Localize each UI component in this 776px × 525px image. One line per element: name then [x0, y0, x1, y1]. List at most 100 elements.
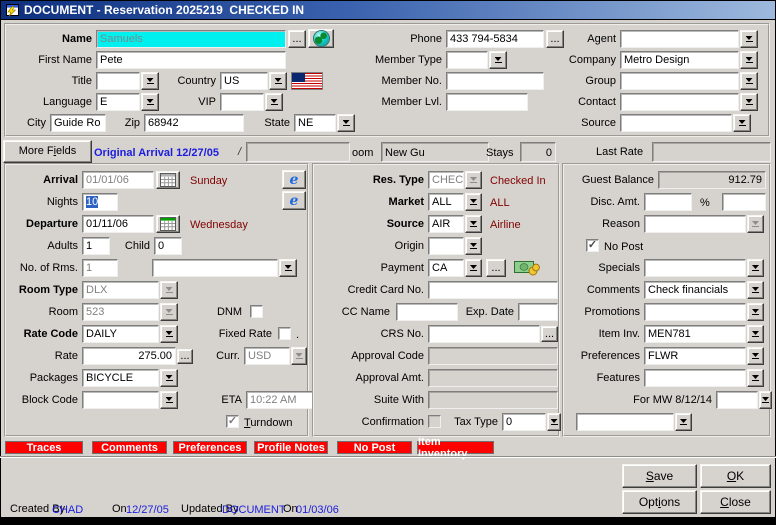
group-field[interactable]: [620, 72, 739, 90]
browser-button-1[interactable]: e: [282, 170, 306, 189]
preferences-button[interactable]: Preferences: [173, 441, 247, 454]
traces-button[interactable]: Traces: [5, 441, 83, 454]
extra-combo-dropdown-button[interactable]: [675, 413, 692, 431]
for-mw-dropdown-button[interactable]: [759, 391, 772, 409]
rate-code-field[interactable]: DAILY: [82, 325, 159, 343]
block-code-dropdown-button[interactable]: [160, 391, 178, 409]
country-dropdown-button[interactable]: [269, 72, 287, 90]
close-button[interactable]: Close: [700, 490, 771, 514]
state-field[interactable]: NE: [294, 114, 336, 132]
rate-code-dropdown-button[interactable]: [160, 325, 178, 343]
preferences-field[interactable]: FLWR: [644, 347, 746, 365]
member-lvl-field[interactable]: [446, 93, 528, 111]
specials-field[interactable]: [644, 259, 746, 277]
contact-label: Contact: [562, 93, 616, 111]
agent-field[interactable]: [620, 30, 739, 48]
save-button[interactable]: Save: [622, 464, 697, 488]
title-dropdown-button[interactable]: [141, 72, 159, 90]
name-ellipsis-button[interactable]: ...: [288, 30, 306, 48]
source-code-dropdown-button[interactable]: [465, 215, 482, 233]
payment-field[interactable]: CA: [428, 259, 464, 277]
zip-field[interactable]: 68942: [144, 114, 244, 132]
language-field[interactable]: E: [96, 93, 140, 111]
first-name-field[interactable]: Pete: [96, 51, 286, 69]
agent-dropdown-button[interactable]: [740, 30, 758, 48]
crs-no-field[interactable]: [428, 325, 540, 343]
tax-type-field[interactable]: 0: [502, 413, 546, 431]
state-dropdown-button[interactable]: [337, 114, 355, 132]
departure-field[interactable]: 01/11/06: [82, 215, 154, 233]
tax-type-dropdown-button[interactable]: [547, 413, 561, 431]
exp-date-field[interactable]: [518, 303, 558, 321]
source-field[interactable]: [620, 114, 732, 132]
credit-card-field[interactable]: [428, 281, 558, 299]
nights-field[interactable]: 10: [82, 193, 118, 211]
features-field[interactable]: [644, 369, 746, 387]
profile-globe-button[interactable]: [308, 29, 334, 48]
no-post-checkbox[interactable]: ✓: [586, 239, 599, 252]
contact-field[interactable]: [620, 93, 739, 111]
more-fields-button[interactable]: More Fields: [3, 140, 92, 163]
options-button[interactable]: Options: [622, 490, 697, 514]
profile-notes-button[interactable]: Profile Notes: [254, 441, 328, 454]
fixed-rate-checkbox[interactable]: [278, 327, 291, 340]
language-dropdown-button[interactable]: [141, 93, 159, 111]
name-field[interactable]: Samuels: [96, 30, 286, 48]
comments-field[interactable]: Check financials: [644, 281, 746, 299]
cc-name-field[interactable]: [396, 303, 458, 321]
disc-amt-field[interactable]: [644, 193, 692, 211]
comments-button[interactable]: Comments: [92, 441, 167, 454]
market-dropdown-button[interactable]: [465, 193, 482, 211]
unnamed-combo-dropdown-button[interactable]: [279, 259, 297, 277]
adults-field[interactable]: 1: [82, 237, 110, 255]
vip-field[interactable]: [220, 93, 264, 111]
item-inv-dropdown-button[interactable]: [747, 325, 764, 343]
rate-ellipsis-button[interactable]: ...: [177, 349, 193, 364]
arrival-calendar-button[interactable]: [156, 171, 180, 189]
company-dropdown-button[interactable]: [740, 51, 758, 69]
specials-dropdown-button[interactable]: [747, 259, 764, 277]
dnm-checkbox[interactable]: [250, 305, 263, 318]
promotions-dropdown-button[interactable]: [747, 303, 764, 321]
city-field[interactable]: Guide Ro: [50, 114, 106, 132]
rate-field[interactable]: 275.00: [82, 347, 176, 365]
turndown-checkbox[interactable]: ✓: [226, 415, 239, 428]
phone-field[interactable]: 433 794-5834: [446, 30, 544, 48]
market-field[interactable]: ALL: [428, 193, 464, 211]
comments-dropdown-button[interactable]: [747, 281, 764, 299]
ok-button[interactable]: OK: [700, 464, 771, 488]
features-dropdown-button[interactable]: [747, 369, 764, 387]
preferences-dropdown-button[interactable]: [747, 347, 764, 365]
payment-ellipsis-button[interactable]: ...: [486, 259, 506, 277]
packages-dropdown-button[interactable]: [160, 369, 178, 387]
contact-dropdown-button[interactable]: [740, 93, 758, 111]
member-type-field[interactable]: [446, 51, 488, 69]
unnamed-combo-field[interactable]: [152, 259, 278, 277]
member-type-dropdown-button[interactable]: [489, 51, 507, 69]
origin-dropdown-button[interactable]: [465, 237, 482, 255]
group-dropdown-button[interactable]: [740, 72, 758, 90]
promotions-field[interactable]: [644, 303, 746, 321]
crs-ellipsis-button[interactable]: ...: [541, 326, 558, 342]
source-dropdown-button[interactable]: [733, 114, 751, 132]
reason-field[interactable]: [644, 215, 746, 233]
no-post-button[interactable]: No Post: [337, 441, 412, 454]
for-mw-field[interactable]: [716, 391, 758, 409]
country-field[interactable]: US: [220, 72, 268, 90]
child-field[interactable]: 0: [154, 237, 182, 255]
member-no-field[interactable]: [446, 72, 544, 90]
disc-percent-field[interactable]: [722, 193, 766, 211]
browser-button-2[interactable]: e: [282, 191, 306, 210]
vip-dropdown-button[interactable]: [265, 93, 283, 111]
item-inv-field[interactable]: MEN781: [644, 325, 746, 343]
title-field[interactable]: [96, 72, 140, 90]
extra-combo-field[interactable]: [576, 413, 674, 431]
company-field[interactable]: Metro Design: [620, 51, 739, 69]
item-inventory-button[interactable]: Item Inventory: [417, 441, 494, 454]
payment-dropdown-button[interactable]: [465, 259, 482, 277]
block-code-field[interactable]: [82, 391, 159, 409]
origin-field[interactable]: [428, 237, 464, 255]
departure-calendar-button[interactable]: [156, 215, 180, 233]
source-code-field[interactable]: AIR: [428, 215, 464, 233]
packages-field[interactable]: BICYCLE: [82, 369, 159, 387]
